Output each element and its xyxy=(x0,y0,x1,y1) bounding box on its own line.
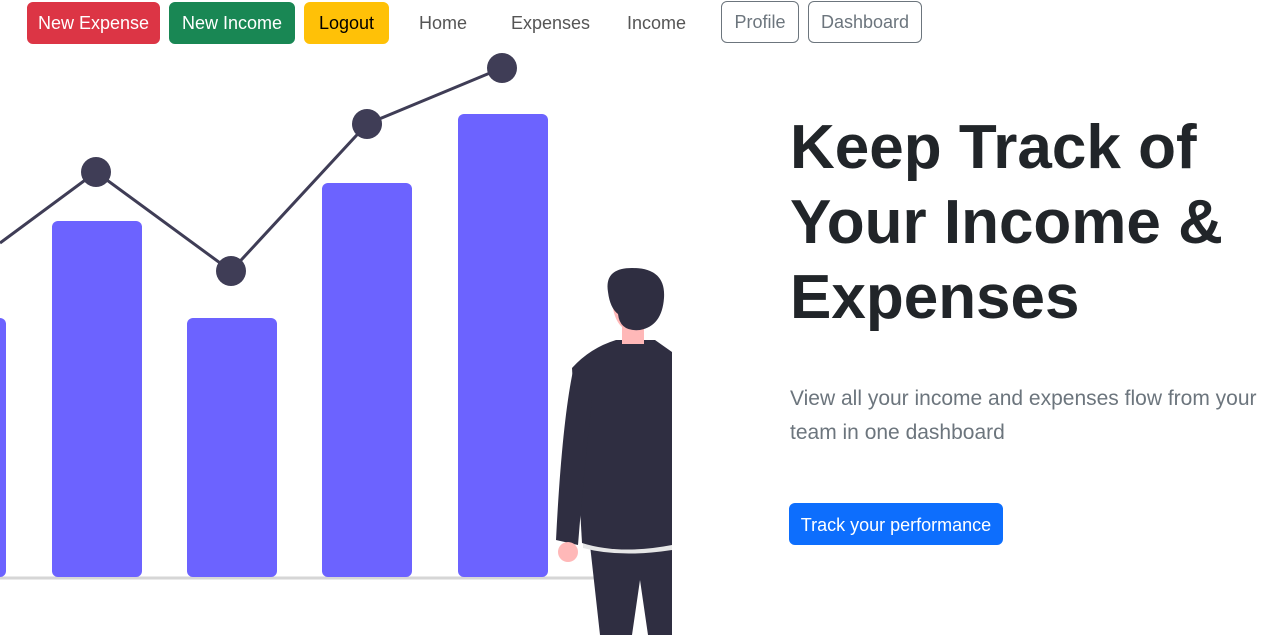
illustration-point-2 xyxy=(216,256,246,286)
profile-button[interactable]: Profile xyxy=(721,1,799,43)
logout-button[interactable]: Logout xyxy=(304,2,389,44)
hero-title: Keep Track of Your Income & Expenses xyxy=(790,113,1223,332)
nav-link-home[interactable]: Home xyxy=(419,2,467,44)
hero-subtitle: View all your income and expenses flow f… xyxy=(790,387,1257,444)
illustration-person xyxy=(556,268,672,635)
track-performance-button[interactable]: Track your performance xyxy=(789,503,1003,545)
nav-link-expenses[interactable]: Expenses xyxy=(511,2,590,44)
illustration-bar-5 xyxy=(458,114,548,577)
top-navbar: New Expense New Income Logout Home Expen… xyxy=(0,0,1271,50)
illustration-point-4 xyxy=(487,53,517,83)
illustration-bar-2 xyxy=(52,221,142,577)
illustration-bar-1 xyxy=(0,318,6,577)
illustration-bar-4 xyxy=(322,183,412,577)
illustration-bar-3 xyxy=(187,318,277,577)
new-expense-button[interactable]: New Expense xyxy=(27,2,160,44)
illustration-point-1 xyxy=(81,157,111,187)
growth-chart-illustration xyxy=(0,53,672,635)
nav-link-income[interactable]: Income xyxy=(627,2,686,44)
dashboard-button[interactable]: Dashboard xyxy=(808,1,922,43)
illustration-point-3 xyxy=(352,109,382,139)
new-income-button[interactable]: New Income xyxy=(169,2,295,44)
